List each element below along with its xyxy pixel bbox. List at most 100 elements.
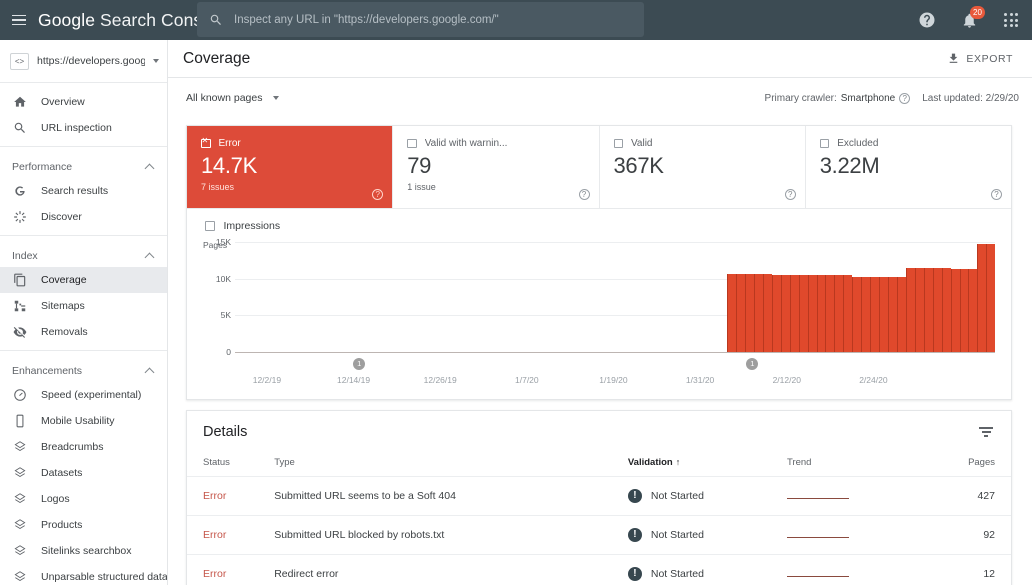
status-card-label: Excluded: [837, 138, 879, 149]
chart-bar[interactable]: [959, 269, 969, 352]
checkbox[interactable]: [819, 138, 830, 149]
row-type[interactable]: Submitted URL seems to be a Soft 404: [274, 476, 628, 516]
sidebar-item-coverage[interactable]: Coverage: [0, 267, 167, 293]
chart-bar[interactable]: [843, 275, 853, 352]
sidebar-section-header-performance[interactable]: Performance: [0, 153, 167, 178]
help-icon[interactable]: ?: [372, 189, 384, 200]
table-row[interactable]: Error Submitted URL seems to be a Soft 4…: [187, 476, 1011, 516]
layers-icon: [12, 440, 28, 454]
chart-bar[interactable]: [950, 269, 960, 352]
chart-bar[interactable]: [825, 275, 835, 352]
status-card-value: 79: [407, 153, 432, 178]
checkbox[interactable]: [205, 221, 215, 231]
chart-bar[interactable]: [914, 268, 924, 352]
chart-bar[interactable]: [941, 268, 951, 352]
chart-bar[interactable]: [807, 275, 817, 352]
impressions-legend-toggle[interactable]: Impressions: [199, 220, 995, 232]
property-selector[interactable]: <> https://developers.google.co...: [0, 40, 167, 83]
chart-bar[interactable]: [798, 275, 808, 352]
chart-bar[interactable]: [888, 277, 897, 352]
chart-bar[interactable]: [968, 268, 978, 352]
hamburger-menu-icon[interactable]: [0, 14, 38, 26]
filter-icon[interactable]: [975, 423, 997, 441]
sidebar-item-breadcrumbs[interactable]: Breadcrumbs: [0, 434, 167, 460]
sidebar-item-discover[interactable]: Discover: [0, 204, 167, 230]
chart-bar[interactable]: [896, 276, 906, 352]
sidebar-item-products[interactable]: Products: [0, 512, 167, 538]
column-header-pages[interactable]: Pages: [916, 453, 1011, 477]
status-card-error[interactable]: Error 14.7K 7 issues ?: [187, 126, 394, 208]
sidebar-item-mobile-usability[interactable]: Mobile Usability: [0, 408, 167, 434]
search-console-app: Google Search Console Inspect any URL in…: [0, 0, 1032, 585]
chart-bar[interactable]: [861, 277, 871, 352]
chart-annotation-marker[interactable]: 1: [353, 358, 366, 370]
row-trend: [787, 476, 917, 516]
chart-bar[interactable]: [834, 275, 844, 352]
sparkline-icon: [787, 575, 849, 577]
table-row[interactable]: Error Submitted URL blocked by robots.tx…: [187, 515, 1011, 555]
url-inspection-search[interactable]: Inspect any URL in "https://developers.g…: [197, 2, 644, 37]
row-type[interactable]: Redirect error: [274, 554, 628, 585]
scope-filter-dropdown[interactable]: All known pages: [186, 92, 280, 104]
primary-crawler-prefix: Primary crawler:: [764, 92, 837, 104]
help-icon[interactable]: ?: [784, 189, 796, 200]
column-header-trend[interactable]: Trend: [787, 453, 917, 477]
column-header-status[interactable]: Status: [187, 453, 275, 477]
chart-annotation-marker[interactable]: 1: [746, 358, 759, 370]
sidebar-item-search-results[interactable]: Search results: [0, 178, 167, 204]
sidebar-section-header-index[interactable]: Index: [0, 242, 167, 267]
chart-bar[interactable]: [816, 275, 826, 352]
help-icon[interactable]: ?: [578, 189, 590, 200]
row-pages: 12: [916, 554, 1011, 585]
y-axis-tick: 10K: [215, 273, 231, 284]
status-card-excluded[interactable]: Excluded 3.22M ?: [806, 126, 1011, 208]
chart-bar[interactable]: [986, 244, 996, 352]
chart-bar[interactable]: [789, 275, 799, 352]
help-icon[interactable]: ?: [899, 92, 911, 104]
chart-bar[interactable]: [736, 273, 745, 352]
row-type[interactable]: Submitted URL blocked by robots.txt: [274, 515, 628, 555]
chart-bar[interactable]: [852, 277, 862, 352]
export-button[interactable]: EXPORT: [941, 48, 1019, 69]
status-card-valid-with-warnings[interactable]: Valid with warnin... 79 1 issue ?: [393, 126, 600, 208]
apps-grid-icon[interactable]: [998, 7, 1024, 33]
sidebar-item-label: Breadcrumbs: [41, 441, 104, 453]
chart-bar[interactable]: [870, 277, 880, 352]
chart-bar[interactable]: [727, 273, 737, 352]
chart-bar[interactable]: [932, 268, 942, 352]
chart-bar[interactable]: [923, 268, 933, 352]
column-header-type[interactable]: Type: [274, 453, 628, 477]
row-validation-label: Not Started: [650, 568, 704, 580]
chevron-down-icon: [273, 96, 280, 100]
sidebar-item-sitemaps[interactable]: Sitemaps: [0, 293, 167, 319]
sidebar-item-datasets[interactable]: Datasets: [0, 460, 167, 486]
sidebar-section-header-enhancements[interactable]: Enhancements: [0, 357, 167, 382]
details-panel: Details Status Type Validation ↑ Trend Pa…: [186, 410, 1012, 585]
checkbox[interactable]: [407, 138, 417, 149]
sidebar-item-unparsable-structured-data[interactable]: Unparsable structured data: [0, 564, 167, 585]
sidebar-item-overview[interactable]: Overview: [0, 89, 167, 115]
checkbox[interactable]: [201, 136, 211, 149]
table-row[interactable]: Error Redirect error ! Not Started 12: [187, 554, 1011, 585]
sidebar-item-speed[interactable]: Speed (experimental): [0, 382, 167, 408]
sidebar-item-url-inspection[interactable]: URL inspection: [0, 115, 167, 141]
help-icon[interactable]: ?: [991, 189, 1002, 200]
chart-bar[interactable]: [879, 277, 888, 352]
checkbox[interactable]: [613, 138, 623, 149]
status-card-valid[interactable]: Valid 367K ?: [600, 126, 806, 208]
sidebar-item-logos[interactable]: Logos: [0, 486, 167, 512]
layers-icon: [12, 570, 28, 584]
column-header-validation[interactable]: Validation ↑: [627, 453, 787, 477]
chart-bar[interactable]: [753, 273, 763, 352]
main-content: Coverage EXPORT All known pages Primary …: [168, 40, 1032, 585]
chart-bar[interactable]: [762, 273, 772, 352]
sidebar-item-removals[interactable]: Removals: [0, 319, 167, 345]
sidebar-item-sitelinks-searchbox[interactable]: Sitelinks searchbox: [0, 538, 167, 564]
chart-bar[interactable]: [745, 273, 754, 352]
chart-bar[interactable]: [780, 275, 790, 352]
notifications-bell-icon[interactable]: 20: [956, 6, 985, 33]
help-icon[interactable]: [914, 7, 940, 33]
chart-bar[interactable]: [977, 244, 987, 352]
chart-bar[interactable]: [905, 268, 915, 352]
chart-bar[interactable]: [771, 274, 781, 352]
